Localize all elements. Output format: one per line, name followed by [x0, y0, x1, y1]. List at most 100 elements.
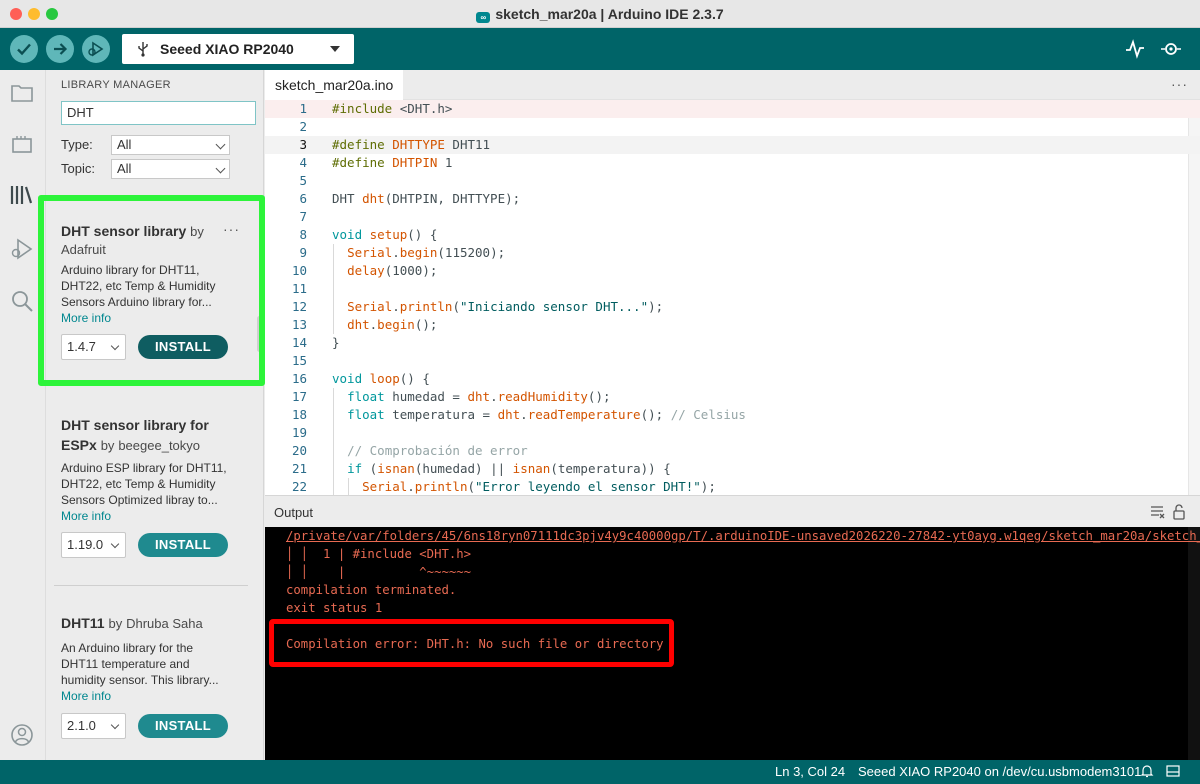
library-author: Dhruba Saha [126, 616, 203, 631]
code-line[interactable]: 9 Serial.begin(115200); [265, 244, 1200, 262]
upload-button[interactable] [46, 35, 74, 63]
red-highlight-annotation [269, 619, 674, 667]
version-select[interactable]: 2.1.0 [61, 713, 126, 739]
line-number: 8 [299, 227, 307, 242]
account-icon[interactable] [9, 722, 35, 748]
code-text: Serial.println("Error leyendo el sensor … [362, 479, 716, 494]
output-scrollbar[interactable] [1188, 527, 1200, 760]
code-text: Serial.begin(115200); [347, 245, 506, 260]
arduino-logo-icon: ∞ [476, 12, 491, 23]
code-line[interactable]: 16 void loop() { [265, 370, 1200, 388]
line-number: 18 [291, 407, 307, 422]
board-selector[interactable]: Seeed XIAO RP2040 [122, 34, 354, 64]
code-line[interactable]: 11 [265, 280, 1200, 298]
line-number: 10 [291, 263, 307, 278]
code-line[interactable]: 17 float humedad = dht.readHumidity(); [265, 388, 1200, 406]
debug-icon[interactable] [9, 236, 35, 262]
indent-guide [333, 244, 334, 262]
code-line[interactable]: 7 [265, 208, 1200, 226]
activity-bar [0, 70, 46, 760]
indent-guide [333, 316, 334, 334]
library-search-input[interactable]: DHT [61, 101, 256, 125]
debug-button[interactable] [82, 35, 110, 63]
output-title: Output [274, 505, 314, 520]
line-number: 6 [299, 191, 307, 206]
search-icon[interactable] [9, 288, 35, 314]
verify-button[interactable] [10, 35, 38, 63]
topic-filter-label: Topic: [61, 161, 95, 176]
output-line: │ │ | ^~~~~~~ [286, 565, 472, 579]
more-info-link[interactable]: More info [61, 688, 256, 704]
code-line[interactable]: 8 void setup() { [265, 226, 1200, 244]
line-number: 3 [299, 137, 307, 152]
code-text: float temperatura = dht.readTemperature(… [347, 407, 746, 422]
code-line[interactable]: 22 Serial.println("Error leyendo el sens… [265, 478, 1200, 495]
code-text: dht.begin(); [347, 317, 438, 332]
code-line[interactable]: 13 dht.begin(); [265, 316, 1200, 334]
library-card-dht11: DHT11 by Dhruba Saha An Arduino library … [61, 613, 256, 704]
code-editor[interactable]: 1 #include <DHT.h> 2 3 #define DHTTYPE DHT11… [265, 100, 1200, 495]
code-line[interactable]: 20 // Comprobación de error [265, 442, 1200, 460]
code-line[interactable]: 21 if (isnan(humedad) || isnan(temperatu… [265, 460, 1200, 478]
library-manager-panel: LIBRARY MANAGER DHT Type: All Topic: All… [46, 70, 264, 760]
type-filter-label: Type: [61, 137, 93, 152]
code-line[interactable]: 4 #define DHTPIN 1 [265, 154, 1200, 172]
code-text: #define DHTPIN 1 [332, 155, 453, 170]
version-select[interactable]: 1.19.0 [61, 532, 126, 558]
board-manager-icon[interactable] [9, 132, 35, 158]
code-line[interactable]: 10 delay(1000); [265, 262, 1200, 280]
library-manager-icon[interactable] [9, 182, 35, 208]
chevron-down-icon [215, 139, 226, 150]
output-line: exit status 1 [286, 601, 383, 615]
library-description: Arduino ESP library for DHT11, DHT22, et… [61, 460, 256, 508]
editor-tab-bar: sketch_mar20a.ino ··· [265, 70, 1200, 100]
line-number: 20 [291, 443, 307, 458]
line-number: 5 [299, 173, 307, 188]
usb-icon [138, 42, 148, 57]
indent-guide [333, 280, 334, 298]
output-line: compilation terminated. [286, 583, 457, 597]
topic-filter-select[interactable]: All [111, 159, 230, 179]
code-line[interactable]: 3 #define DHTTYPE DHT11 [265, 136, 1200, 154]
description-line: DHT22, etc Temp & Humidity [61, 477, 216, 491]
code-text: delay(1000); [347, 263, 438, 278]
code-line[interactable]: 12 Serial.println("Iniciando sensor DHT.… [265, 298, 1200, 316]
library-name: DHT11 [61, 615, 105, 631]
install-button[interactable]: INSTALL [138, 533, 228, 557]
toggle-panel-icon[interactable] [1166, 764, 1180, 778]
code-line[interactable]: 6 DHT dht(DHTPIN, DHTTYPE); [265, 190, 1200, 208]
code-line[interactable]: 1 #include <DHT.h> [265, 100, 1200, 118]
code-line[interactable]: 15 [265, 352, 1200, 370]
serial-monitor-icon[interactable] [1160, 38, 1182, 60]
code-line[interactable]: 5 [265, 172, 1200, 190]
folder-icon[interactable] [9, 80, 35, 106]
indent-guide [333, 442, 334, 460]
more-actions-icon[interactable]: ··· [1171, 76, 1188, 92]
library-name-cont: ESPx [61, 437, 97, 453]
code-line[interactable]: 18 float temperatura = dht.readTemperatu… [265, 406, 1200, 424]
code-line[interactable]: 14} [265, 334, 1200, 352]
code-line[interactable]: 19 [265, 424, 1200, 442]
indent-guide [333, 298, 334, 316]
board-name: Seeed XIAO RP2040 [160, 41, 294, 57]
code-line[interactable]: 2 [265, 118, 1200, 136]
code-text: Serial.println("Iniciando sensor DHT..."… [347, 299, 664, 314]
line-number: 9 [299, 245, 307, 260]
cursor-position[interactable]: Ln 3, Col 24 [775, 764, 845, 779]
notification-bell-icon[interactable] [1140, 764, 1154, 778]
tab-sketch[interactable]: sketch_mar20a.ino [265, 70, 404, 100]
type-filter-select[interactable]: All [111, 135, 230, 155]
description-line: DHT11 temperature and [61, 657, 190, 671]
code-text: void setup() { [332, 227, 438, 242]
checkmark-icon [17, 43, 31, 56]
line-number: 11 [291, 281, 307, 296]
install-button[interactable]: INSTALL [138, 714, 228, 738]
clear-output-icon[interactable] [1150, 504, 1186, 520]
serial-plotter-icon[interactable] [1124, 38, 1146, 60]
chevron-down-icon [330, 46, 340, 52]
library-title-line2: ESPx by beegee_tokyo [61, 435, 256, 456]
board-port-status[interactable]: Seeed XIAO RP2040 on /dev/cu.usbmodem310… [858, 764, 1141, 779]
more-info-link[interactable]: More info [61, 508, 256, 524]
line-number: 17 [291, 389, 307, 404]
indent-guide [333, 388, 334, 406]
